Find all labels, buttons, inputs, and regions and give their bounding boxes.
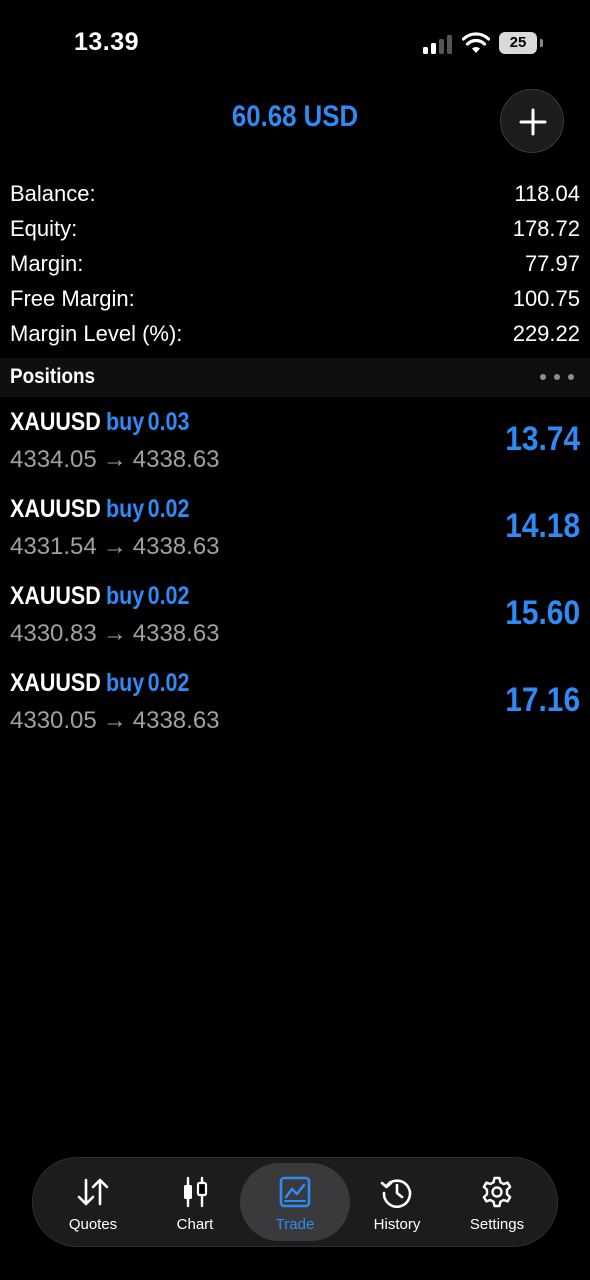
quotes-arrows-icon: [77, 1178, 109, 1206]
position-symbol: XAUUSD: [10, 495, 101, 523]
balance-label: Balance:: [10, 181, 96, 206]
position-profit: 14.18: [505, 507, 580, 545]
free-margin-label: Free Margin:: [10, 286, 135, 311]
position-open-price: 4331.54: [10, 533, 97, 560]
position-prices: 4330.83 → 4338.63: [10, 620, 220, 648]
margin-label: Margin:: [10, 251, 84, 276]
tab-quotes[interactable]: Quotes: [41, 1162, 145, 1242]
bottom-tab-bar: Quotes Chart Trade History Settings: [32, 1157, 558, 1247]
position-side: buy: [105, 495, 145, 523]
position-row[interactable]: XAUUSD buy 0.03 4334.05 → 4338.63 13.74: [0, 398, 590, 485]
header-total-profit: 60.68 USD: [231, 100, 359, 133]
status-bar: 13.39 25: [0, 0, 590, 80]
tab-settings-label: Settings: [469, 1216, 525, 1233]
position-volume: 0.02: [147, 669, 190, 697]
add-order-button[interactable]: [500, 89, 564, 153]
free-margin-value: 100.75: [512, 286, 580, 311]
free-margin-row: Free Margin: 100.75: [0, 282, 590, 317]
position-symbol: XAUUSD: [10, 582, 101, 610]
position-title: XAUUSD buy 0.02: [10, 582, 189, 611]
equity-value: 178.72: [512, 216, 580, 241]
balance-row: Balance: 118.04: [0, 177, 590, 212]
position-volume: 0.02: [147, 495, 190, 523]
position-current-price: 4338.63: [132, 707, 220, 734]
position-prices: 4334.05 → 4338.63: [10, 446, 220, 474]
status-time: 13.39: [74, 28, 140, 56]
more-options-icon[interactable]: [540, 372, 574, 382]
trade-chart-icon: [279, 1176, 311, 1208]
position-open-price: 4330.05: [10, 707, 97, 734]
tab-history-label: History: [373, 1216, 421, 1233]
position-profit: 15.60: [505, 594, 580, 632]
account-summary: Balance: 118.04 Equity: 178.72 Margin: 7…: [0, 177, 590, 352]
tab-chart[interactable]: Chart: [143, 1162, 247, 1242]
position-side: buy: [105, 408, 145, 436]
history-clock-icon: [380, 1179, 412, 1208]
wifi-icon: [462, 32, 490, 53]
tab-chart-label: Chart: [176, 1216, 214, 1233]
right-arrow-icon: →: [102, 533, 127, 560]
position-side: buy: [105, 582, 145, 610]
plus-icon: [519, 108, 547, 136]
equity-label: Equity:: [10, 216, 78, 241]
right-arrow-icon: →: [102, 446, 127, 473]
battery-cap: [540, 39, 543, 47]
position-title: XAUUSD buy 0.03: [10, 408, 189, 437]
gear-icon: [482, 1176, 512, 1208]
position-row[interactable]: XAUUSD buy 0.02 4330.05 → 4338.63 17.16: [0, 659, 590, 746]
position-row[interactable]: XAUUSD buy 0.02 4330.83 → 4338.63 15.60: [0, 572, 590, 659]
margin-row: Margin: 77.97: [0, 247, 590, 282]
position-prices: 4330.05 → 4338.63: [10, 707, 220, 735]
margin-level-value: 229.22: [512, 321, 580, 346]
margin-level-row: Margin Level (%): 229.22: [0, 317, 590, 352]
margin-value: 77.97: [524, 251, 580, 276]
position-current-price: 4338.63: [132, 446, 220, 473]
position-open-price: 4334.05: [10, 446, 97, 473]
balance-value: 118.04: [514, 181, 580, 206]
position-current-price: 4338.63: [132, 620, 220, 647]
cellular-signal-icon: [423, 34, 453, 54]
positions-title: Positions: [10, 365, 96, 388]
position-current-price: 4338.63: [132, 533, 220, 560]
candlestick-icon: [184, 1176, 208, 1208]
position-profit: 13.74: [505, 420, 580, 458]
equity-row: Equity: 178.72: [0, 212, 590, 247]
position-profit: 17.16: [505, 681, 580, 719]
position-title: XAUUSD buy 0.02: [10, 495, 189, 524]
position-symbol: XAUUSD: [10, 669, 101, 697]
positions-section-header: Positions: [0, 358, 590, 397]
position-volume: 0.02: [147, 582, 190, 610]
margin-level-label: Margin Level (%):: [10, 321, 183, 346]
position-title: XAUUSD buy 0.02: [10, 669, 189, 698]
right-arrow-icon: →: [102, 620, 127, 647]
position-prices: 4331.54 → 4338.63: [10, 533, 220, 561]
tab-settings[interactable]: Settings: [445, 1162, 549, 1242]
position-open-price: 4330.83: [10, 620, 97, 647]
positions-list: XAUUSD buy 0.03 4334.05 → 4338.63 13.74 XAUU…: [0, 398, 590, 746]
tab-trade[interactable]: Trade: [243, 1162, 347, 1242]
right-arrow-icon: →: [102, 707, 127, 734]
tab-history[interactable]: History: [345, 1162, 449, 1242]
position-volume: 0.03: [147, 408, 190, 436]
position-symbol: XAUUSD: [10, 408, 101, 436]
position-row[interactable]: XAUUSD buy 0.02 4331.54 → 4338.63 14.18: [0, 485, 590, 572]
position-side: buy: [105, 669, 145, 697]
tab-quotes-label: Quotes: [68, 1216, 118, 1233]
battery-indicator: 25: [499, 32, 537, 54]
tab-trade-label: Trade: [275, 1216, 315, 1233]
